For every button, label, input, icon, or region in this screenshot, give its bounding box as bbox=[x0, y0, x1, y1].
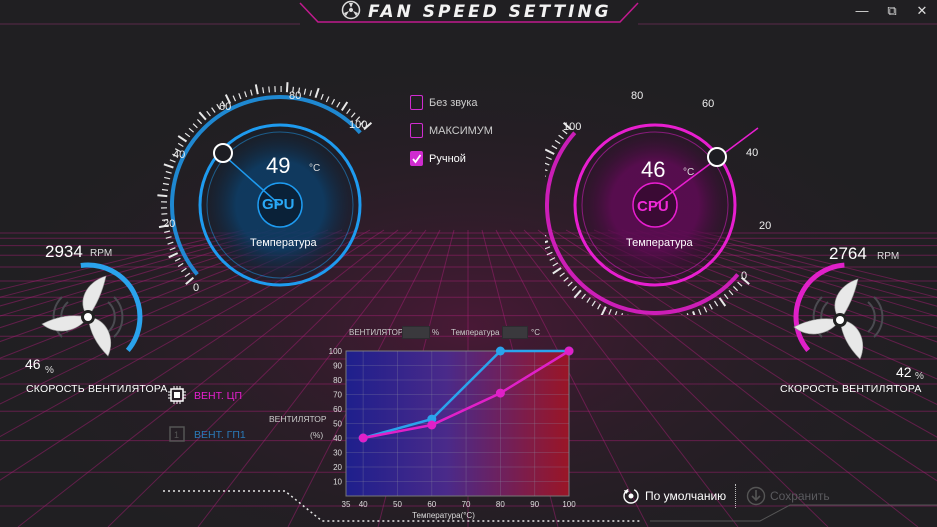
chart-temp-input-label: Температура bbox=[451, 328, 500, 337]
gpu-gauge bbox=[157, 82, 373, 287]
cpu-chip-icon[interactable] bbox=[167, 385, 187, 405]
chart-ytick-label: 90 bbox=[333, 362, 342, 371]
gpu-label: GPU bbox=[262, 196, 295, 213]
save-icon[interactable] bbox=[746, 486, 766, 506]
cpu-label: CPU bbox=[637, 198, 669, 215]
chart-temp-input[interactable] bbox=[502, 326, 528, 339]
cpu-tick-40: 40 bbox=[746, 147, 759, 159]
close-button[interactable]: ✕ bbox=[908, 0, 936, 22]
chart-fan-input-label: ВЕНТИЛЯТОР bbox=[349, 328, 404, 337]
gpu-temperature-value: 49 bbox=[266, 153, 291, 178]
cpu-temperature-value: 46 bbox=[641, 157, 666, 182]
gpu-tick-40: 40 bbox=[173, 149, 186, 161]
chart-fan-input[interactable] bbox=[402, 326, 430, 339]
chart-xtick-label: 70 bbox=[462, 500, 471, 509]
default-button[interactable]: По умолчанию bbox=[645, 489, 726, 503]
left-fan-rpm-value: 2934 bbox=[45, 242, 83, 261]
chart-temp-input-unit: °C bbox=[531, 328, 540, 337]
maximum-checkbox[interactable] bbox=[410, 123, 423, 138]
gpu-tick-60: 60 bbox=[219, 101, 232, 113]
cpu-gauge bbox=[545, 121, 759, 315]
chart-ytick-label: 30 bbox=[333, 449, 342, 458]
gpu-tick-20: 20 bbox=[163, 218, 176, 230]
chart-ytick-label: 60 bbox=[333, 405, 342, 414]
right-fan-percent-unit: % bbox=[915, 371, 924, 382]
gpu-chip-icon[interactable]: 1 bbox=[167, 424, 187, 444]
chart-ytick-label: 40 bbox=[333, 434, 342, 443]
gpu-tick-100: 100 bbox=[349, 119, 368, 131]
chart-xtick-label: 90 bbox=[530, 500, 539, 509]
manual-checkbox[interactable] bbox=[410, 151, 423, 166]
cpu-temperature-unit: °C bbox=[683, 167, 695, 178]
left-fan-caption: СКОРОСТЬ ВЕНТИЛЯТОРА bbox=[26, 383, 168, 395]
gpu-fan-selector[interactable]: ВЕНТ. ГП1 bbox=[194, 429, 246, 441]
chart-ytick-label: 20 bbox=[333, 463, 342, 472]
fan-curve-point[interactable] bbox=[427, 420, 437, 430]
cpu-tick-80: 80 bbox=[631, 90, 644, 102]
chart-xtick-label: 40 bbox=[359, 500, 368, 509]
chart-ytick-label: 80 bbox=[333, 376, 342, 385]
minimize-button[interactable]: — bbox=[848, 0, 876, 22]
chart-ytick-label: 70 bbox=[333, 391, 342, 400]
right-fan-rpm-value: 2764 bbox=[829, 244, 867, 263]
chart-xtick-label: 50 bbox=[393, 500, 402, 509]
left-fan-percent-unit: % bbox=[45, 365, 54, 376]
save-button[interactable]: Сохранить bbox=[770, 489, 830, 503]
svg-text:1: 1 bbox=[174, 430, 179, 440]
left-fan-rpm-unit: RPM bbox=[90, 248, 113, 259]
maximize-button[interactable]: ⧉ bbox=[878, 0, 906, 22]
right-fan-dial bbox=[793, 262, 884, 360]
right-fan-caption: СКОРОСТЬ ВЕНТИЛЯТОРА bbox=[780, 383, 922, 395]
gpu-temperature-unit: °C bbox=[309, 163, 321, 174]
left-fan-dial bbox=[41, 262, 143, 357]
left-fan-propeller-icon bbox=[41, 275, 112, 357]
cpu-fan-selector[interactable]: ВЕНТ. ЦП bbox=[194, 390, 242, 402]
app-logo-icon bbox=[341, 0, 361, 20]
chart-xlabel: Температура(°C) bbox=[412, 511, 475, 520]
gpu-caption: Температура bbox=[250, 237, 317, 249]
gpu-needle-handle-icon[interactable] bbox=[213, 143, 233, 163]
chart-xtick-label: 35 bbox=[342, 500, 351, 509]
chart-fan-input-unit: % bbox=[432, 328, 440, 337]
cpu-tick-20: 20 bbox=[759, 220, 772, 232]
cpu-caption: Температура bbox=[626, 237, 693, 249]
fan-curve-point[interactable] bbox=[495, 346, 505, 356]
cpu-tick-60: 60 bbox=[702, 98, 715, 110]
cpu-needle-handle-icon[interactable] bbox=[707, 147, 727, 167]
silent-option-label[interactable]: Без звука bbox=[429, 97, 478, 109]
chart-ytick-label: 50 bbox=[333, 420, 342, 429]
silent-checkbox[interactable] bbox=[410, 95, 423, 110]
chart-ylabel: ВЕНТИЛЯТОР bbox=[269, 414, 327, 424]
right-fan-rpm-unit: RPM bbox=[877, 251, 900, 262]
window-title: FAN SPEED SETTING bbox=[368, 2, 612, 22]
left-fan-percent-value: 46 bbox=[25, 356, 41, 372]
chart-xtick-label: 80 bbox=[496, 500, 505, 509]
maximum-option-label[interactable]: МАКСИМУМ bbox=[429, 125, 493, 137]
fan-curve-point[interactable] bbox=[564, 346, 574, 356]
chart-xtick-label: 60 bbox=[427, 500, 436, 509]
chart-ytick-label: 100 bbox=[329, 347, 343, 356]
default-icon[interactable] bbox=[622, 487, 640, 505]
cpu-tick-0: 0 bbox=[741, 270, 748, 282]
right-fan-percent-value: 42 bbox=[896, 364, 912, 380]
fan-curve-point[interactable] bbox=[358, 433, 368, 443]
checkmark-icon bbox=[412, 154, 422, 164]
cpu-tick-100: 100 bbox=[563, 121, 582, 133]
gpu-tick-0: 0 bbox=[193, 282, 200, 294]
gpu-tick-80: 80 bbox=[289, 90, 302, 102]
fan-curve-chart[interactable]: 102030405060708090100 35 40 50 60 70 80 90 100 … bbox=[322, 343, 582, 523]
chart-xtick-label: 100 bbox=[562, 500, 576, 509]
fan-curve-point[interactable] bbox=[495, 388, 505, 398]
chart-ytick-label: 10 bbox=[333, 478, 342, 487]
manual-option-label[interactable]: Ручной bbox=[429, 153, 466, 165]
actions-divider bbox=[735, 484, 737, 508]
